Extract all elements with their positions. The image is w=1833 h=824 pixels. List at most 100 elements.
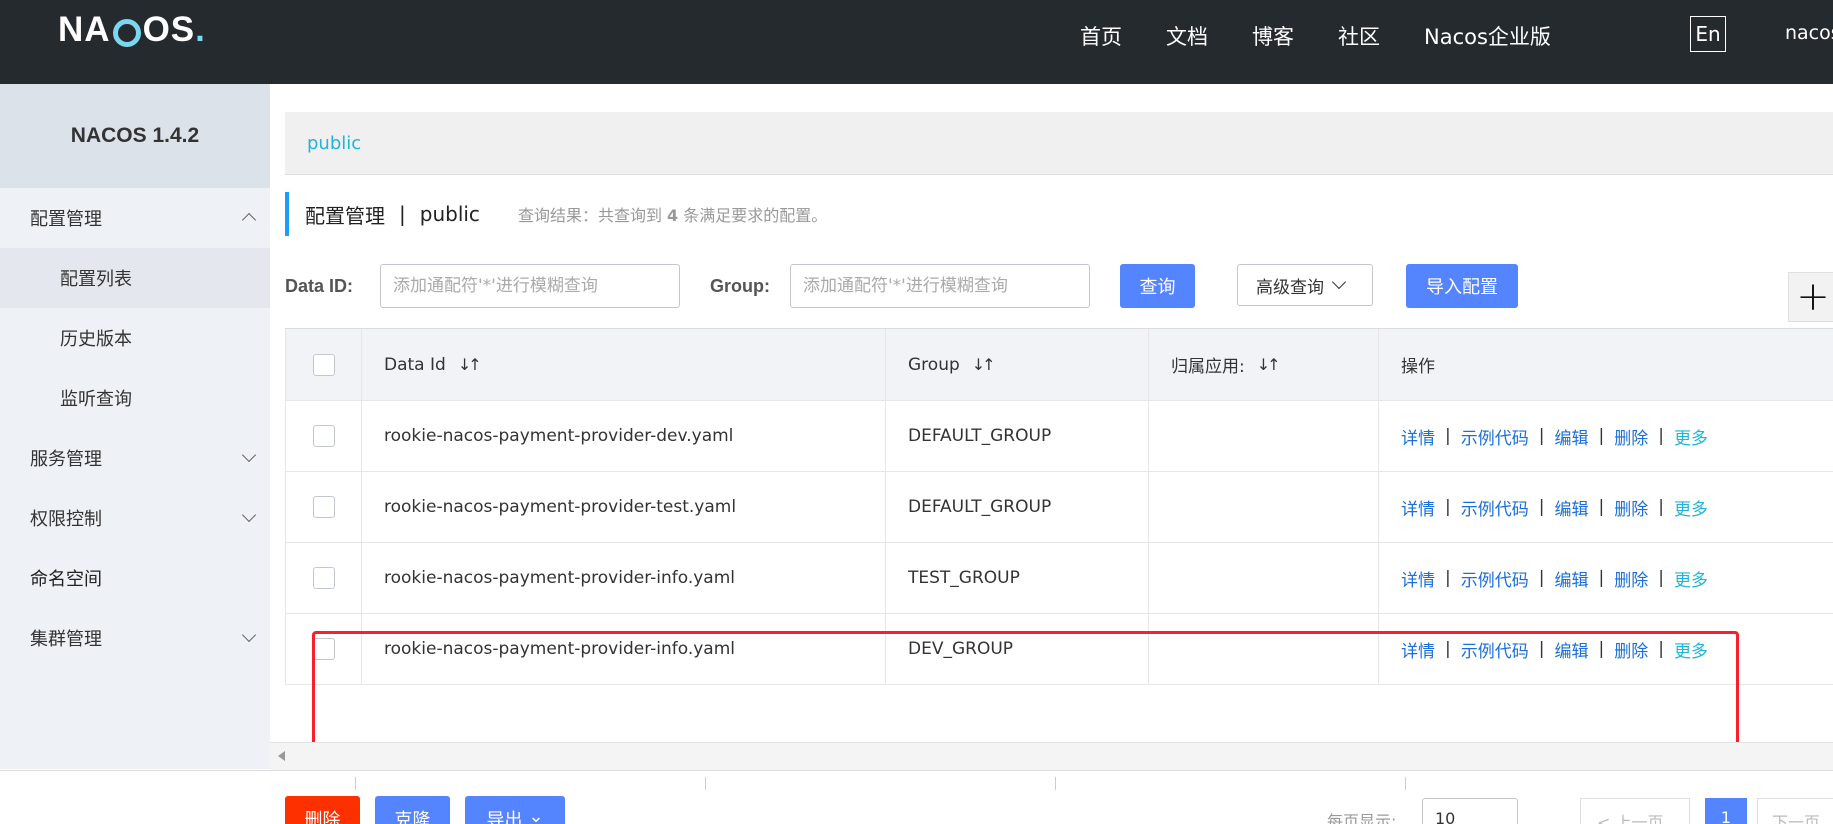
data-id-label: Data ID: [285, 276, 354, 296]
language-switch-button[interactable]: En [1690, 16, 1726, 52]
chevron-left-icon: < [1597, 813, 1616, 824]
row-checkbox[interactable] [312, 567, 335, 589]
bulk-delete-button[interactable]: 删除 [285, 796, 360, 824]
bottom-strip [0, 770, 1833, 790]
sidebar-item-namespace[interactable]: 命名空间 [0, 548, 270, 608]
op-separator: | [1538, 426, 1545, 446]
op-separator: | [1658, 497, 1664, 517]
sidebar-item-config-management[interactable]: 配置管理 [0, 188, 270, 248]
page-size-label: 每页显示: [1327, 812, 1397, 824]
scroll-left-icon[interactable] [278, 751, 285, 761]
cell-actions: 详情 | 示例代码 | 编辑 | 删除 | 更多 [1378, 401, 1833, 471]
detail-link[interactable]: 详情 [1401, 637, 1435, 662]
top-header: NAOS. 首页 文档 博客 社区 Nacos企业版 En nacos [0, 0, 1833, 84]
cell-data-id: rookie-nacos-payment-provider-info.yaml [361, 543, 885, 613]
op-separator: | [1598, 426, 1605, 446]
sort-icon[interactable]: ↓↑ [972, 355, 996, 374]
nav-community[interactable]: 社区 [1338, 21, 1380, 51]
sidebar-item-history[interactable]: 历史版本 [0, 308, 270, 368]
cell-app [1148, 472, 1378, 542]
column-actions: 操作 [1378, 329, 1833, 400]
more-link[interactable]: 更多 [1674, 424, 1708, 449]
row-select-cell [285, 472, 361, 542]
bulk-actions-bar: 删除 克隆 导出 ⌄ 每页显示: 10 < 上一页 1 下一页 [285, 796, 1833, 824]
chevron-down-icon [241, 447, 257, 463]
delete-link[interactable]: 删除 [1614, 424, 1648, 449]
select-all-cell [285, 329, 361, 400]
column-group[interactable]: Group ↓↑ [885, 329, 1148, 400]
chevron-down-icon [241, 627, 257, 643]
sidebar-item-label: 配置管理 [30, 209, 102, 230]
row-select-cell [285, 614, 361, 684]
column-label: Group [908, 354, 960, 375]
namespace-public-link[interactable]: public [307, 133, 361, 154]
row-checkbox[interactable] [312, 638, 335, 660]
cell-actions: 详情 | 示例代码 | 编辑 | 删除 | 更多 [1378, 472, 1833, 542]
logo-ring-icon [112, 19, 141, 47]
row-checkbox[interactable] [312, 425, 335, 447]
sidebar-item-service-management[interactable]: 服务管理 [0, 428, 270, 488]
sort-icon[interactable]: ↓↑ [458, 355, 482, 374]
table-row: rookie-nacos-payment-provider-test.yaml … [285, 472, 1833, 543]
sample-code-link[interactable]: 示例代码 [1461, 424, 1529, 449]
group-input[interactable] [790, 264, 1090, 308]
current-page-button[interactable]: 1 [1705, 798, 1747, 824]
row-select-cell [285, 401, 361, 471]
more-link[interactable]: 更多 [1674, 495, 1708, 520]
nav-home[interactable]: 首页 [1080, 21, 1122, 51]
user-name[interactable]: nacos [1785, 22, 1833, 44]
horizontal-scrollbar[interactable] [270, 742, 1833, 770]
edit-link[interactable]: 编辑 [1554, 424, 1588, 449]
delete-link[interactable]: 删除 [1614, 637, 1648, 662]
nav-blog[interactable]: 博客 [1252, 21, 1294, 51]
detail-link[interactable]: 详情 [1401, 495, 1435, 520]
sidebar-item-label: 权限控制 [30, 509, 102, 530]
chevron-up-icon [241, 212, 257, 228]
sidebar-item-listener-query[interactable]: 监听查询 [0, 368, 270, 428]
page-size-select[interactable]: 10 [1422, 798, 1518, 824]
delete-link[interactable]: 删除 [1614, 495, 1648, 520]
sidebar-item-cluster-management[interactable]: 集群管理 [0, 608, 270, 668]
nacos-logo[interactable]: NA OS. [58, 10, 206, 50]
op-separator: | [1445, 639, 1451, 659]
column-data-id[interactable]: Data Id ↓↑ [361, 329, 885, 400]
more-link[interactable]: 更多 [1674, 637, 1708, 662]
nav-enterprise[interactable]: Nacos企业版 [1424, 21, 1551, 51]
edit-link[interactable]: 编辑 [1554, 495, 1588, 520]
detail-link[interactable]: 详情 [1401, 566, 1435, 591]
sort-icon[interactable]: ↓↑ [1257, 355, 1281, 374]
sample-code-link[interactable]: 示例代码 [1461, 495, 1529, 520]
sample-code-link[interactable]: 示例代码 [1461, 637, 1529, 662]
advanced-query-button[interactable]: 高级查询 [1237, 264, 1373, 306]
config-table: Data Id ↓↑ Group ↓↑ 归属应用: ↓↑ 操作 rookie-naco… [285, 328, 1833, 685]
cell-data-id: rookie-nacos-payment-provider-test.yaml [361, 472, 885, 542]
breadcrumb: 配置管理 | public 查询结果：共查询到 4 条满足要求的配置。 [285, 192, 827, 236]
detail-link[interactable]: 详情 [1401, 424, 1435, 449]
row-select-cell [285, 543, 361, 613]
next-page-button[interactable]: 下一页 [1757, 798, 1833, 824]
cell-data-id: rookie-nacos-payment-provider-dev.yaml [361, 401, 885, 471]
more-link[interactable]: 更多 [1674, 566, 1708, 591]
import-config-button[interactable]: 导入配置 [1406, 264, 1518, 308]
select-all-checkbox[interactable] [312, 353, 335, 376]
add-config-button[interactable]: + [1788, 272, 1833, 322]
prev-page-button[interactable]: < 上一页 [1580, 798, 1690, 824]
clone-button[interactable]: 克隆 [375, 796, 450, 824]
sidebar-item-access-control[interactable]: 权限控制 [0, 488, 270, 548]
page-title: 配置管理 [305, 203, 385, 228]
nav-docs[interactable]: 文档 [1166, 21, 1208, 51]
search-bar: Data ID: Group: 查询 高级查询 导入配置 [285, 264, 1833, 308]
row-checkbox[interactable] [312, 496, 335, 518]
plus-icon: + [1796, 274, 1830, 320]
sidebar-item-config-list[interactable]: 配置列表 [0, 248, 270, 308]
column-app[interactable]: 归属应用: ↓↑ [1148, 329, 1378, 400]
query-button[interactable]: 查询 [1120, 264, 1195, 308]
breadcrumb-namespace: public [419, 202, 480, 226]
sample-code-link[interactable]: 示例代码 [1461, 566, 1529, 591]
chevron-down-icon: ⌄ [528, 806, 544, 824]
edit-link[interactable]: 编辑 [1554, 566, 1588, 591]
delete-link[interactable]: 删除 [1614, 566, 1648, 591]
edit-link[interactable]: 编辑 [1554, 637, 1588, 662]
export-button[interactable]: 导出 ⌄ [465, 796, 565, 824]
data-id-input[interactable] [380, 264, 680, 308]
